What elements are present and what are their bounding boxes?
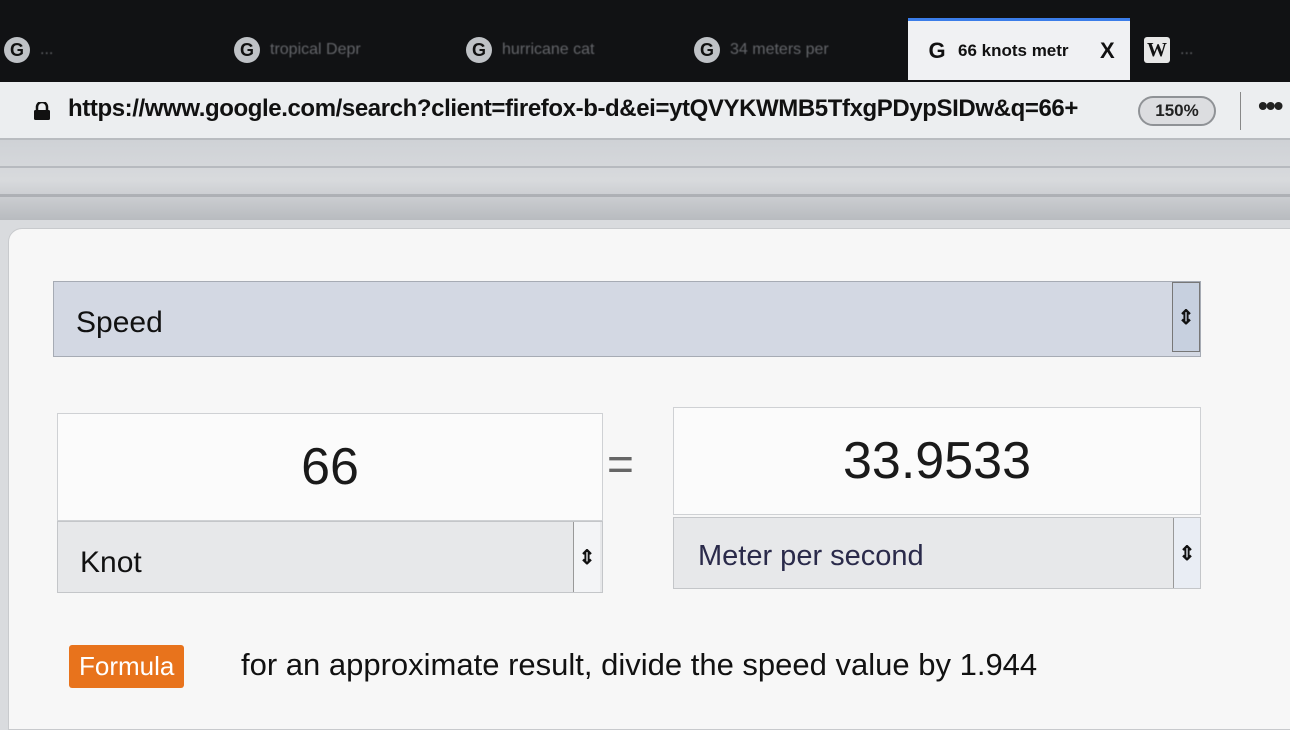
formula-text: for an approximate result, divide the sp… xyxy=(241,647,1038,682)
tab-3[interactable]: G hurricane cat xyxy=(466,24,636,76)
formula-badge: Formula xyxy=(69,645,185,688)
lock-icon xyxy=(34,102,50,120)
tab-title: tropical Depr xyxy=(270,41,361,58)
url-field[interactable]: https://www.google.com/search?client=fir… xyxy=(68,95,1078,123)
google-g-icon: G xyxy=(928,37,946,63)
close-tab-icon[interactable]: X xyxy=(1100,38,1115,64)
unit-converter-card: Speed ⇕ 66 = 33.9533 Knot ⇕ Meter per se… xyxy=(8,228,1290,730)
google-g-icon: G xyxy=(234,37,260,63)
tab-active[interactable]: G 66 knots metr X xyxy=(908,18,1130,80)
wikipedia-w-icon: W xyxy=(1144,37,1170,63)
toolbar-divider xyxy=(1240,92,1241,130)
google-g-icon: G xyxy=(4,37,30,63)
tab-2[interactable]: G tropical Depr xyxy=(234,24,414,76)
from-unit-select[interactable]: Knot ⇕ xyxy=(57,521,603,593)
google-g-icon: G xyxy=(466,37,492,63)
select-arrows-icon[interactable]: ⇕ xyxy=(573,522,600,592)
equals-sign: = xyxy=(607,438,634,490)
zoom-indicator[interactable]: 150% xyxy=(1138,96,1216,126)
category-select[interactable]: Speed ⇕ xyxy=(53,281,1201,357)
tab-strip: G ... G tropical Depr G hurricane cat G … xyxy=(0,0,1290,82)
page-actions-menu-icon[interactable]: ••• xyxy=(1258,90,1283,122)
blurred-page-content xyxy=(0,140,1290,220)
tab-1[interactable]: G ... xyxy=(4,24,194,76)
select-arrows-icon[interactable]: ⇕ xyxy=(1172,282,1200,352)
tab-title: hurricane cat xyxy=(502,41,595,58)
select-arrows-icon[interactable]: ⇕ xyxy=(1173,518,1200,588)
to-unit-label: Meter per second xyxy=(698,540,924,572)
tab-title: 34 meters per xyxy=(730,41,829,58)
from-unit-label: Knot xyxy=(80,546,142,579)
category-label: Speed xyxy=(76,306,163,339)
tab-title: 66 knots metr xyxy=(958,40,1069,60)
from-value-input[interactable]: 66 xyxy=(57,413,603,521)
tab-4[interactable]: G 34 meters per xyxy=(694,24,864,76)
to-value-input[interactable]: 33.9533 xyxy=(673,407,1201,515)
tab-title: ... xyxy=(40,41,54,58)
tab-title: ... xyxy=(1180,41,1194,58)
tab-6[interactable]: W ... xyxy=(1144,24,1290,76)
google-g-icon: G xyxy=(694,37,720,63)
to-unit-select[interactable]: Meter per second ⇕ xyxy=(673,517,1201,589)
address-bar: https://www.google.com/search?client=fir… xyxy=(0,82,1290,140)
